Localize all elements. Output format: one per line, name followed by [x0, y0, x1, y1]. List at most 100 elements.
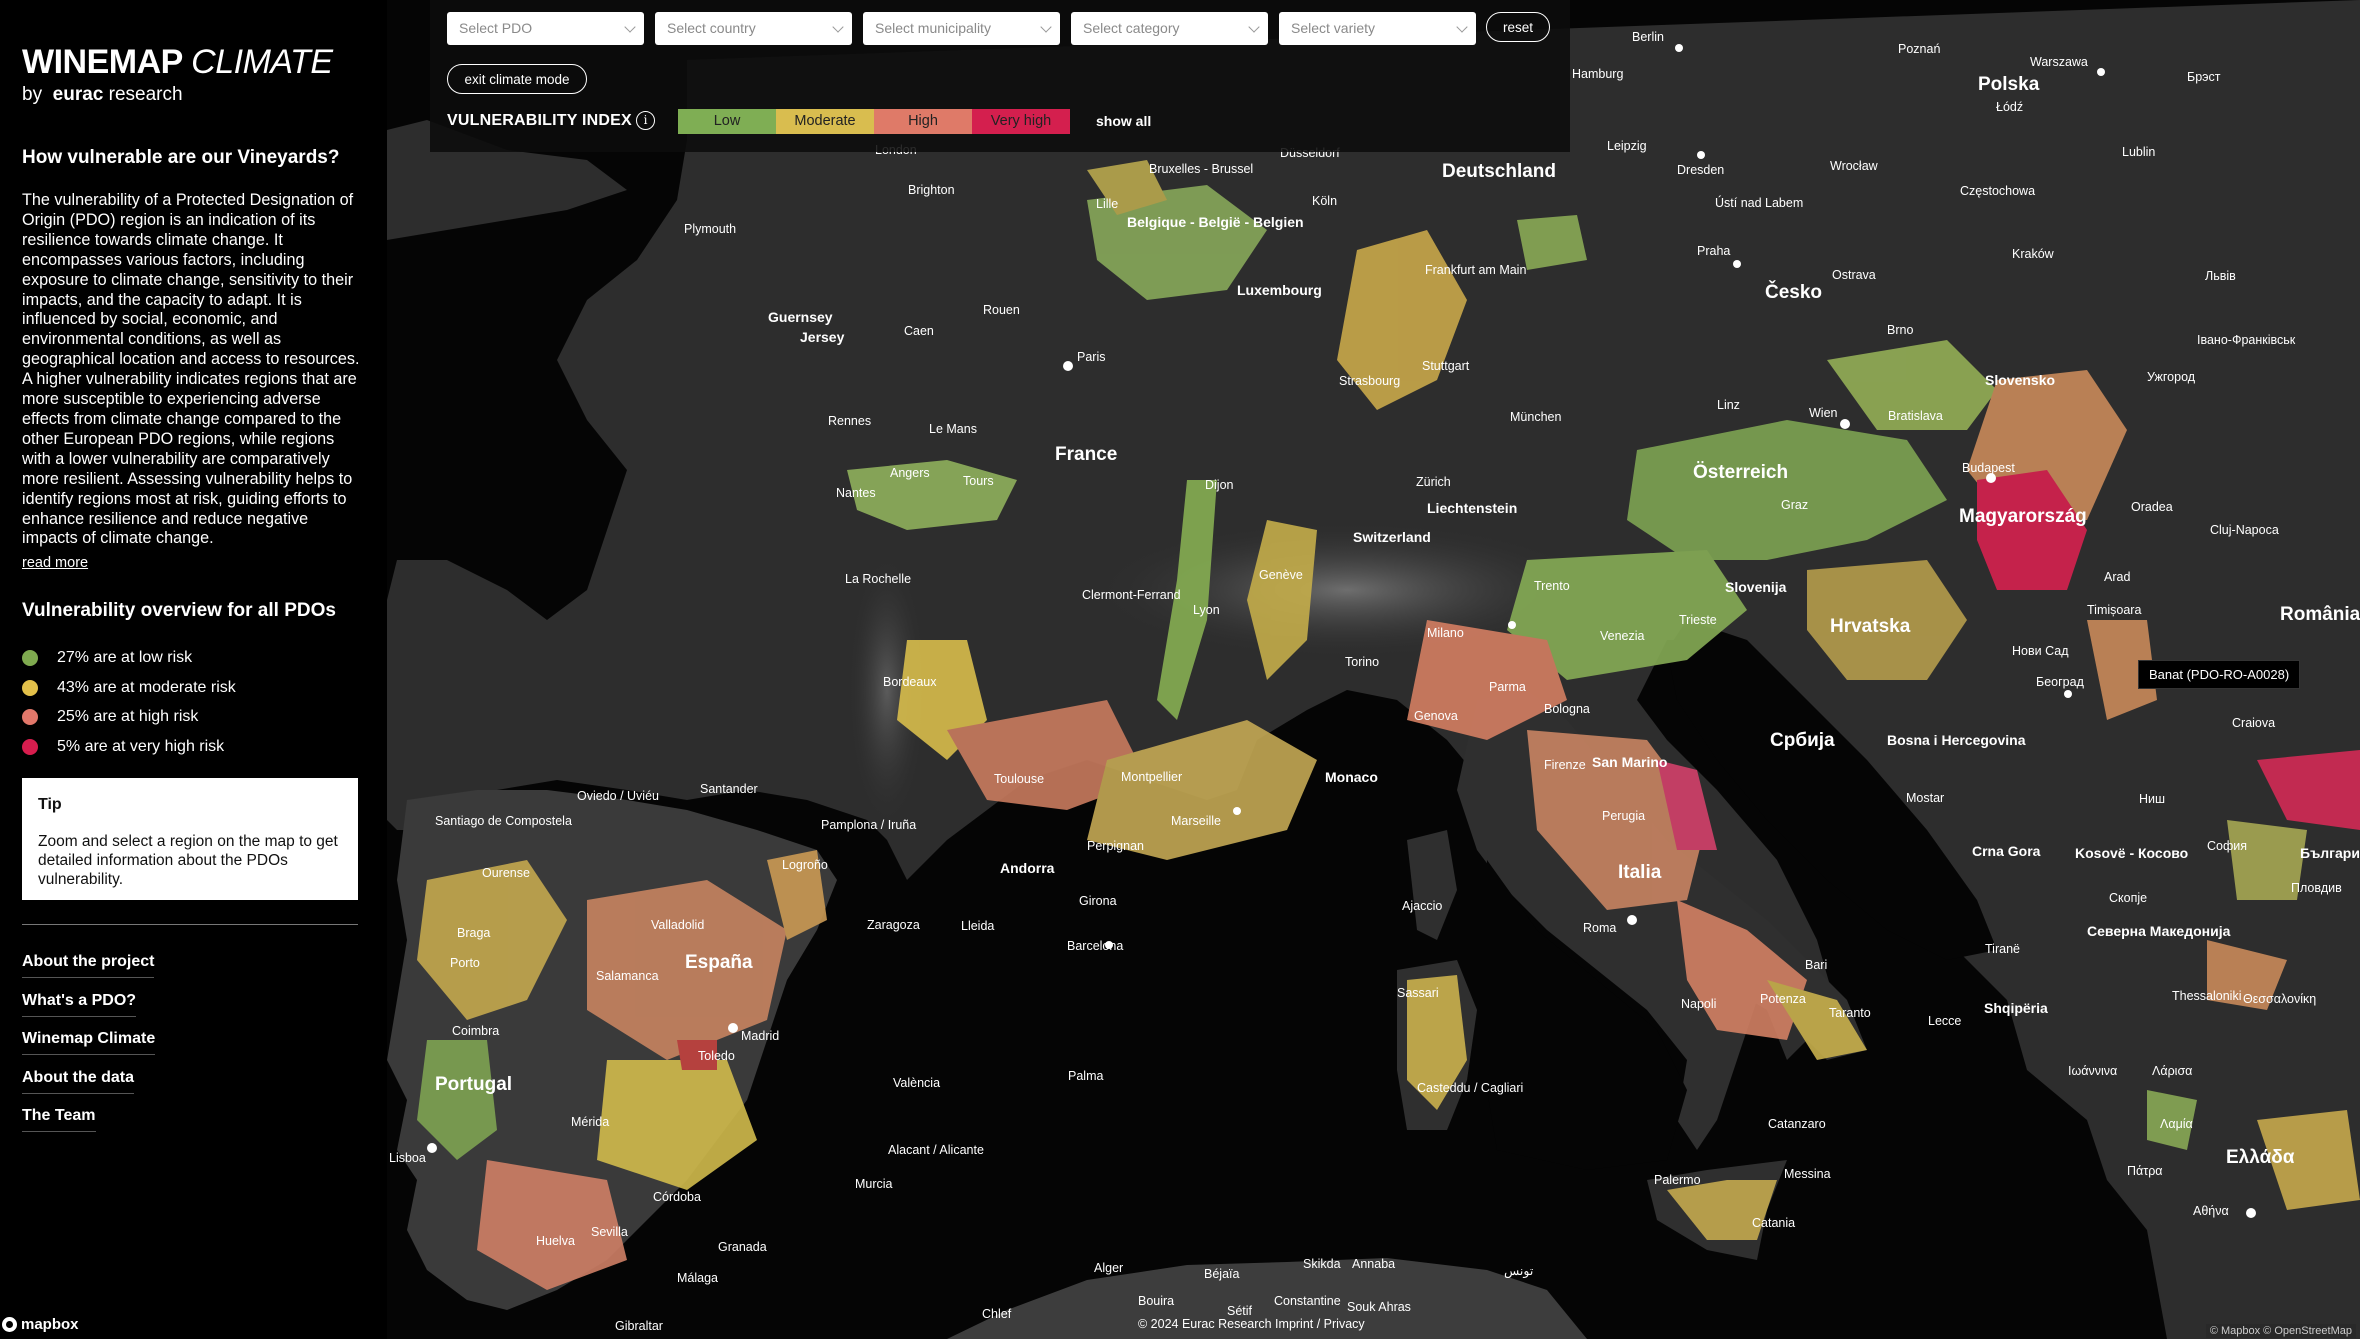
map-label-city: Ajaccio: [1402, 899, 1442, 913]
reset-button[interactable]: reset: [1486, 12, 1550, 42]
select-category[interactable]: Select category: [1071, 12, 1268, 45]
chevron-down-icon: [1040, 21, 1052, 33]
nav-about-data[interactable]: About the data: [22, 1069, 134, 1094]
overview-heading: Vulnerability overview for all PDOs: [22, 600, 336, 621]
sidebar-nav: About the project What's a PDO? Winemap …: [22, 953, 156, 1146]
map-label-country: France: [1055, 444, 1117, 465]
risk-dot-low-icon: [22, 649, 38, 666]
map-label-city: Kraków: [2012, 247, 2055, 261]
legend-low[interactable]: Low: [678, 109, 776, 134]
map-label-city: Cluj-Napoca: [2210, 523, 2279, 537]
map-label-city: Αθήνα: [2193, 1204, 2229, 1218]
legend-very-high[interactable]: Very high: [972, 109, 1070, 134]
select-country[interactable]: Select country: [655, 12, 852, 45]
brand-logo[interactable]: WINEMAP CLIMATE by eurac research: [22, 42, 333, 106]
select-pdo[interactable]: Select PDO: [447, 12, 644, 45]
map-label-city: Messina: [1784, 1167, 1831, 1181]
legend-high[interactable]: High: [874, 109, 972, 134]
city-dot: [1697, 151, 1705, 159]
sidebar: WINEMAP CLIMATE by eurac research How vu…: [0, 0, 387, 1339]
select-variety-placeholder: Select variety: [1291, 20, 1376, 36]
map-label-city: Potenza: [1760, 992, 1806, 1006]
map-label-city: Ιωάννινα: [2068, 1064, 2117, 1078]
map-label-city: Oviedo / Uviéu: [577, 789, 659, 803]
map-label-city: Zürich: [1416, 475, 1451, 489]
map-label-city: Santander: [700, 782, 758, 796]
map-label-country: Andorra: [1000, 860, 1055, 876]
map-label-city: Firenze: [1544, 758, 1586, 772]
map-label-city: Córdoba: [653, 1190, 701, 1204]
nav-winemap-climate[interactable]: Winemap Climate: [22, 1030, 156, 1055]
select-variety[interactable]: Select variety: [1279, 12, 1476, 45]
map-label-city: Genève: [1259, 568, 1303, 582]
map-label-city: München: [1510, 410, 1561, 424]
city-dot: [2097, 68, 2105, 76]
map-label-city: Leipzig: [1607, 139, 1647, 153]
map-label-city: Skikda: [1303, 1257, 1341, 1271]
tip-title: Tip: [38, 796, 62, 813]
map-label-city: Genova: [1414, 709, 1458, 723]
select-municipality[interactable]: Select municipality: [863, 12, 1060, 45]
select-pdo-placeholder: Select PDO: [459, 20, 533, 36]
map-label-country: Hrvatska: [1830, 616, 1911, 637]
map-label-country: Italia: [1618, 862, 1662, 883]
map-label-city: Pamplona / Iruña: [821, 818, 916, 832]
map-label-city: Sevilla: [591, 1225, 628, 1239]
map-label-city: Trento: [1534, 579, 1570, 593]
risk-dot-high-icon: [22, 709, 38, 726]
map-label-city: Valladolid: [651, 918, 704, 932]
info-icon[interactable]: i: [636, 111, 655, 130]
nav-team[interactable]: The Team: [22, 1107, 96, 1132]
show-all-button[interactable]: show all: [1096, 113, 1151, 129]
attribution-links[interactable]: © 2024 Eurac Research Imprint / Privacy: [1138, 1317, 1365, 1331]
map-label-city: Oradea: [2131, 500, 2173, 514]
map-label-city: Bologna: [1544, 702, 1590, 716]
map-attribution[interactable]: © Mapbox © OpenStreetMap: [2205, 1324, 2356, 1338]
map-label-city: Wrocław: [1830, 159, 1879, 173]
map-label-city: Braga: [457, 926, 490, 940]
map-label-city: Πάτρα: [2127, 1164, 2163, 1178]
pdo-region[interactable]: [1517, 215, 1587, 270]
map-label-city: Catania: [1752, 1216, 1795, 1230]
brand-org-light: research: [108, 84, 183, 105]
chevron-down-icon: [624, 21, 636, 33]
nav-whats-pdo[interactable]: What's a PDO?: [22, 992, 137, 1017]
map-label-city: Salamanca: [596, 969, 659, 983]
map-label-country: Србија: [1770, 730, 1835, 751]
brand-byline: by eurac research: [22, 84, 333, 106]
map-label-city: Брэст: [2187, 70, 2221, 84]
legend-moderate[interactable]: Moderate: [776, 109, 874, 134]
map-label-country: България: [2300, 845, 2360, 861]
map-label-country: România: [2280, 604, 2360, 625]
map-label-country: Deutschland: [1442, 161, 1556, 182]
brand-org-bold: eurac: [52, 84, 104, 105]
map-label-country: Monaco: [1325, 769, 1378, 785]
map-label-city: Timișoara: [2087, 603, 2141, 617]
map-label-city: Gibraltar: [615, 1319, 663, 1333]
mapbox-logo[interactable]: mapbox: [2, 1316, 79, 1333]
map-label-country: Северна Македонија: [2087, 923, 2231, 939]
city-dot: [1627, 915, 1637, 925]
map-svg[interactable]: Deutschland Polska Belgique - België - B…: [387, 0, 2360, 1339]
brand-title-light: CLIMATE: [191, 43, 333, 81]
map-label-country: Slovensko: [1985, 372, 2055, 388]
map-label-city: Dresden: [1677, 163, 1724, 177]
map-label-city: Alger: [1094, 1261, 1123, 1275]
map-label-city: Linz: [1717, 398, 1740, 412]
map-canvas[interactable]: Deutschland Polska Belgique - België - B…: [387, 0, 2360, 1339]
map-label-city: Craiova: [2232, 716, 2275, 730]
nav-about-project[interactable]: About the project: [22, 953, 155, 978]
map-label-city: Annaba: [1352, 1257, 1395, 1271]
read-more-link[interactable]: read more: [22, 555, 88, 571]
brand-title: WINEMAP CLIMATE: [22, 42, 333, 82]
risk-overview-list: 27% are at low risk 43% are at moderate …: [22, 643, 236, 762]
map-label-city: Mérida: [571, 1115, 609, 1129]
map-label-city: Alacant / Alicante: [888, 1143, 984, 1157]
city-dot: [2064, 690, 2072, 698]
map-label-city: Frankfurt am Main: [1425, 263, 1526, 277]
map-label-city: Toulouse: [994, 772, 1044, 786]
exit-climate-mode-button[interactable]: exit climate mode: [447, 64, 587, 94]
tip-box: Tip Zoom and select a region on the map …: [22, 778, 358, 900]
map-label-city: Praha: [1697, 244, 1730, 258]
map-label-city: Arad: [2104, 570, 2130, 584]
